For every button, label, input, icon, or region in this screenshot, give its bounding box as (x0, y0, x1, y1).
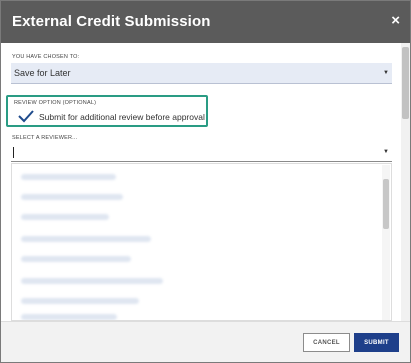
review-checkbox-label[interactable]: Submit for additional review before appr… (39, 112, 205, 122)
review-option-group: REVIEW OPTION (OPTIONAL) Submit for addi… (6, 95, 208, 127)
text-cursor (13, 147, 14, 158)
list-item[interactable] (21, 278, 163, 284)
list-item[interactable] (21, 256, 131, 262)
reviewer-list (11, 163, 392, 321)
list-item[interactable] (21, 194, 123, 200)
list-item[interactable] (21, 314, 117, 320)
dialog-scrollbar-thumb[interactable] (402, 47, 409, 119)
list-item[interactable] (21, 298, 139, 304)
close-icon[interactable]: × (391, 13, 400, 29)
list-item[interactable] (21, 236, 151, 242)
choice-select[interactable]: Save for Later ▼ (11, 63, 392, 84)
chevron-down-icon[interactable]: ▼ (383, 149, 389, 155)
chevron-down-icon[interactable]: ▼ (383, 70, 389, 76)
list-item[interactable] (21, 174, 116, 180)
dialog-title: External Credit Submission (12, 13, 211, 30)
list-scrollbar-thumb[interactable] (383, 179, 389, 229)
submit-button[interactable]: SUBMIT (354, 333, 399, 352)
reviewer-label: SELECT A REVIEWER... (12, 135, 78, 141)
reviewer-search-input[interactable]: ▼ (11, 144, 392, 162)
cancel-button[interactable]: CANCEL (303, 333, 350, 352)
dialog-footer: CANCEL SUBMIT (1, 321, 410, 362)
dialog-window: External Credit Submission × YOU HAVE CH… (0, 0, 411, 363)
list-item[interactable] (21, 214, 109, 220)
choice-label: YOU HAVE CHOSEN TO: (12, 54, 80, 60)
choice-select-value: Save for Later (14, 68, 71, 78)
dialog-titlebar: External Credit Submission × (1, 1, 410, 43)
review-option-label: REVIEW OPTION (OPTIONAL) (14, 100, 97, 106)
checkmark-icon[interactable] (17, 109, 35, 123)
